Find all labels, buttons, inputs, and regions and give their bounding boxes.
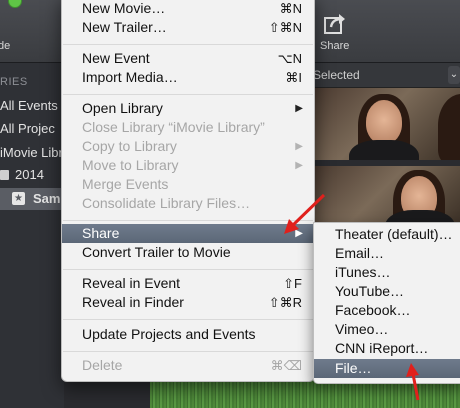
submenu-item-email[interactable]: Email… xyxy=(314,244,460,263)
submenu-item-label: iTunes… xyxy=(335,264,391,280)
menu-item-label: Delete xyxy=(82,357,123,373)
filter-dropdown-button[interactable]: ⌄ xyxy=(448,66,460,84)
menu-item-consolidate-library-files: Consolidate Library Files… xyxy=(62,194,314,213)
menu-item-merge-events: Merge Events xyxy=(62,175,314,194)
sidebar-item-all-projects[interactable]: All Projec xyxy=(0,121,55,136)
sidebar-section-header: RIES xyxy=(0,76,28,88)
sidebar-item-sample[interactable]: Sam xyxy=(33,191,60,206)
menu-item-delete: Delete ⌘⌫ xyxy=(62,356,314,375)
submenu-item-youtube[interactable]: YouTube… xyxy=(314,282,460,301)
submenu-item-label: Email… xyxy=(335,245,385,261)
toolbar-left-label[interactable]: de xyxy=(0,40,10,52)
selected-filter-label[interactable]: Selected xyxy=(313,68,360,82)
submenu-item-label: Theater (default)… xyxy=(335,226,453,242)
submenu-item-label: YouTube… xyxy=(335,283,405,299)
menu-separator xyxy=(63,269,313,270)
menu-item-label: Reveal in Event xyxy=(82,275,181,291)
menu-item-reveal-in-finder[interactable]: Reveal in Finder ⇧⌘R xyxy=(62,293,314,312)
sidebar-item-2014[interactable]: 2014 xyxy=(15,167,44,182)
menu-separator xyxy=(63,44,313,45)
file-menu: New Movie… ⌘N New Trailer… ⇧⌘N New Event… xyxy=(61,0,315,382)
submenu-item-itunes[interactable]: iTunes… xyxy=(314,263,460,282)
menu-item-close-library: Close Library “iMovie Library” xyxy=(62,118,314,137)
zoom-window-button[interactable] xyxy=(8,0,22,8)
menu-item-label: Close Library “iMovie Library” xyxy=(82,119,265,135)
menu-item-label: Move to Library xyxy=(82,157,179,173)
share-icon xyxy=(324,14,345,34)
menu-item-label: Consolidate Library Files… xyxy=(82,195,251,211)
menu-item-shortcut: ⌘⌫ xyxy=(270,358,302,373)
menu-item-shortcut: ⇧⌘N xyxy=(268,20,302,35)
menu-item-shortcut: ⌥N xyxy=(277,51,302,66)
menu-separator xyxy=(63,319,313,320)
menu-item-reveal-in-event[interactable]: Reveal in Event ⇧F xyxy=(62,274,314,293)
submenu-arrow-icon: ▶ xyxy=(295,141,303,152)
clip-thumbnail[interactable] xyxy=(313,88,460,160)
menu-item-copy-to-library: Copy to Library ▶ xyxy=(62,137,314,156)
menu-item-label: Merge Events xyxy=(82,176,169,192)
submenu-item-vimeo[interactable]: Vimeo… xyxy=(314,320,460,339)
share-toolbar-label: Share xyxy=(320,40,350,52)
submenu-item-label: Facebook… xyxy=(335,302,411,318)
menu-item-update-projects[interactable]: Update Projects and Events xyxy=(62,325,314,344)
annotation-arrow-icon xyxy=(406,363,420,401)
menu-item-label: Import Media… xyxy=(82,69,178,85)
submenu-arrow-icon: ▶ xyxy=(295,160,303,171)
calendar-icon xyxy=(0,170,9,180)
menu-item-new-movie[interactable]: New Movie… ⌘N xyxy=(62,0,314,18)
menu-item-label: Copy to Library xyxy=(82,138,177,154)
menu-item-label: Share xyxy=(82,225,120,241)
menu-item-label: Open Library xyxy=(82,100,163,116)
menu-item-shortcut: ⌘I xyxy=(285,70,302,85)
menu-item-move-to-library: Move to Library ▶ xyxy=(62,156,314,175)
menu-item-label: Update Projects and Events xyxy=(82,326,256,342)
menu-separator xyxy=(63,220,313,221)
menu-item-import-media[interactable]: Import Media… ⌘I xyxy=(62,68,314,87)
submenu-item-label: CNN iReport… xyxy=(335,340,429,356)
menu-separator xyxy=(63,94,313,95)
share-submenu: Theater (default)… Email… iTunes… YouTub… xyxy=(313,222,460,384)
menu-item-label: New Trailer… xyxy=(82,19,167,35)
menu-item-label: New Movie… xyxy=(82,0,166,16)
menu-item-new-trailer[interactable]: New Trailer… ⇧⌘N xyxy=(62,18,314,37)
menu-item-label: New Event xyxy=(82,50,150,66)
submenu-item-theater[interactable]: Theater (default)… xyxy=(314,225,460,244)
menu-item-open-library[interactable]: Open Library ▶ xyxy=(62,99,314,118)
submenu-item-facebook[interactable]: Facebook… xyxy=(314,301,460,320)
clip-thumbnail[interactable] xyxy=(313,166,460,226)
submenu-arrow-icon: ▶ xyxy=(295,103,303,114)
menu-item-new-event[interactable]: New Event ⌥N xyxy=(62,49,314,68)
sidebar-item-imovie-library[interactable]: iMovie Libr xyxy=(0,145,63,160)
sidebar-item-all-events[interactable]: All Events xyxy=(0,98,58,113)
menu-item-label: Reveal in Finder xyxy=(82,294,184,310)
menu-item-label: Convert Trailer to Movie xyxy=(82,244,231,260)
menu-item-shortcut: ⌘N xyxy=(279,1,302,16)
submenu-item-label: File… xyxy=(335,360,372,376)
submenu-item-cnn-ireport[interactable]: CNN iReport… xyxy=(314,339,460,358)
submenu-item-file[interactable]: File… xyxy=(314,359,460,378)
menu-separator xyxy=(63,351,313,352)
annotation-arrow-icon xyxy=(284,193,326,234)
menu-item-shortcut: ⇧F xyxy=(283,276,302,291)
library-sidebar xyxy=(0,63,64,408)
menu-item-convert-trailer[interactable]: Convert Trailer to Movie xyxy=(62,243,314,262)
submenu-item-label: Vimeo… xyxy=(335,321,389,337)
menu-item-shortcut: ⇧⌘R xyxy=(268,295,302,310)
star-icon: ★ xyxy=(12,192,25,205)
menu-item-share[interactable]: Share ▶ xyxy=(62,224,314,243)
